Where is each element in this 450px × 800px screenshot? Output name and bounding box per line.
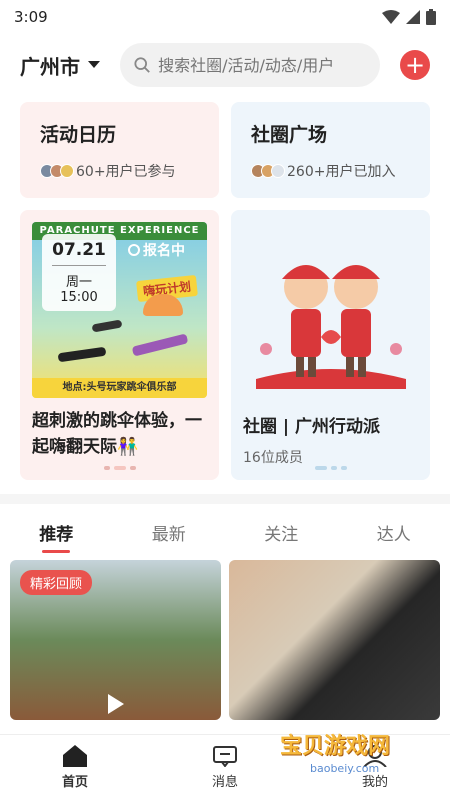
card-title: 活动日历 <box>40 124 117 146</box>
tab-latest[interactable]: 最新 <box>152 512 186 553</box>
activity-weekday: 周一 <box>65 275 92 290</box>
status-badge: 报名中 <box>128 240 185 260</box>
highlight-badge: 精彩回顾 <box>20 570 93 595</box>
watermark-text: 宝贝游戏网 <box>280 734 391 759</box>
nav-label: 消息 <box>211 775 238 790</box>
carousel-dots <box>231 466 430 470</box>
feature-cards: 活动日历 60+用户已参与 社圈广场 260+用户已加入 <box>0 102 450 198</box>
user-avatars <box>40 164 74 178</box>
activity-calendar-card[interactable]: 活动日历 60+用户已参与 <box>20 102 219 198</box>
tab-experts[interactable]: 达人 <box>377 512 411 553</box>
watermark-logo: 宝贝游戏网 baobeiy.com <box>280 712 430 792</box>
tab-recommend[interactable]: 推荐 <box>39 512 73 553</box>
activity-date: 07.21 <box>52 240 106 260</box>
wifi-icon <box>382 10 400 24</box>
circle-members: 16位成员 <box>243 450 303 466</box>
search-bar[interactable] <box>120 43 380 87</box>
home-icon <box>62 745 87 767</box>
plus-icon: + <box>404 51 426 79</box>
feed-grid: 精彩回顾 <box>0 560 450 720</box>
highlight-cards: PARACHUTE EXPERIENCE 07.21 周一 15:00 报名中 … <box>0 210 450 480</box>
nav-messages[interactable]: 消息 <box>212 745 238 790</box>
feed-tabs: 推荐 最新 关注 达人 <box>0 504 450 560</box>
caret-down-icon <box>88 61 100 68</box>
skydiver-figure <box>91 319 123 333</box>
activity-time: 15:00 <box>60 290 98 305</box>
battery-icon <box>426 9 436 25</box>
activity-poster: PARACHUTE EXPERIENCE 07.21 周一 15:00 报名中 … <box>32 222 207 398</box>
city-selector[interactable]: 广州市 <box>20 51 100 80</box>
nav-home[interactable]: 首页 <box>62 745 88 790</box>
tab-following[interactable]: 关注 <box>264 512 298 553</box>
status-bar: 3:09 <box>0 0 450 34</box>
play-icon[interactable] <box>107 694 124 714</box>
search-input[interactable] <box>158 55 366 75</box>
card-meta: 60+用户已参与 <box>76 164 176 180</box>
carousel-dots <box>20 466 219 470</box>
volunteer-illustration <box>243 222 418 406</box>
search-icon <box>134 57 150 73</box>
signal-icon <box>406 10 420 24</box>
user-avatars <box>251 164 285 178</box>
feed-card[interactable]: 精彩回顾 <box>10 560 221 720</box>
top-bar: 广州市 + <box>0 34 450 96</box>
card-title: 社圈广场 <box>251 124 328 146</box>
city-label: 广州市 <box>20 54 80 79</box>
circle-square-card[interactable]: 社圈广场 260+用户已加入 <box>231 102 430 198</box>
watermark-url: baobeiy.com <box>310 762 380 775</box>
circle-title: 社圈 | 广州行动派 <box>243 417 381 437</box>
date-box: 07.21 周一 15:00 <box>42 234 116 311</box>
skydiver-figure <box>131 333 189 357</box>
message-icon <box>212 746 237 767</box>
nav-label: 首页 <box>61 775 88 790</box>
feed-card[interactable] <box>229 560 440 720</box>
skydiver-figure <box>57 346 107 363</box>
card-meta: 260+用户已加入 <box>287 164 396 180</box>
activity-title: 超刺激的跳伞体验，一起嗨翻天际👫 <box>32 411 202 457</box>
circle-card[interactable]: 社圈 | 广州行动派 16位成员 <box>231 210 430 480</box>
live-dot-icon <box>128 244 140 256</box>
status-time: 3:09 <box>14 8 48 26</box>
activity-card[interactable]: PARACHUTE EXPERIENCE 07.21 周一 15:00 报名中 … <box>20 210 219 480</box>
section-divider <box>0 494 450 504</box>
add-button[interactable]: + <box>400 50 430 80</box>
poster-location: 地点:头号玩家跳伞俱乐部 <box>32 378 207 398</box>
